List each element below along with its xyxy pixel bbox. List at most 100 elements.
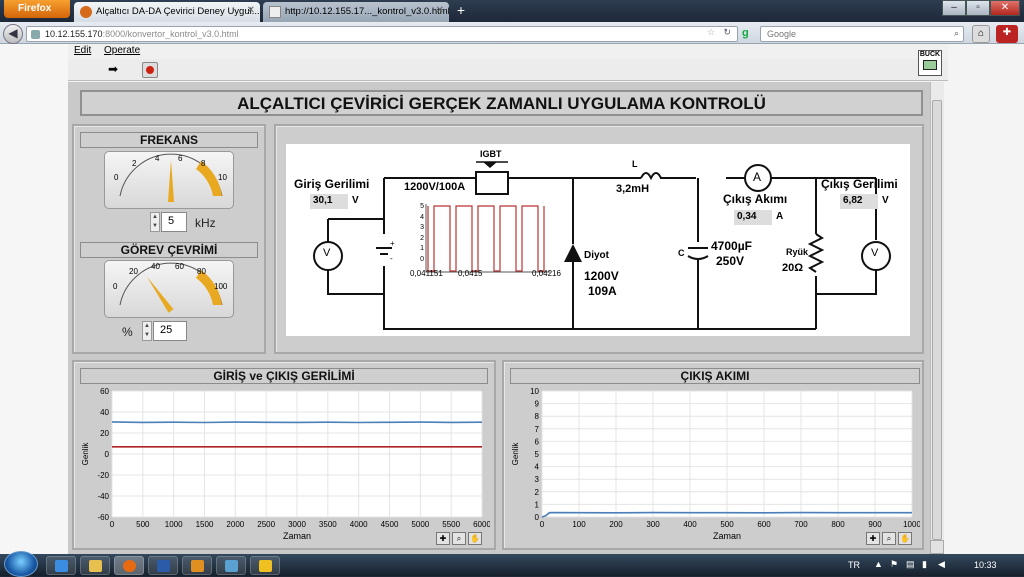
page-margin-left (0, 44, 68, 554)
x-tick-label: 4000 (350, 520, 368, 529)
explorer-icon[interactable] (80, 556, 110, 575)
tab-label: Alçaltıcı DA-DA Çevirici Deney Uygul... (96, 6, 260, 17)
output-current-label: Çıkış Akımı (723, 192, 788, 206)
tab-inactive[interactable]: http://10.12.155.17..._kontrol_v3.0.html… (263, 2, 449, 22)
close-tab-icon[interactable]: ✕ (436, 5, 444, 16)
pwm-ytick: 2 (420, 234, 424, 242)
reload-icon[interactable]: ↻ (723, 27, 731, 38)
maximize-button[interactable]: ▫ (966, 0, 990, 16)
vi-icon-glyph (923, 60, 937, 70)
clock[interactable]: 10:33 (974, 560, 997, 570)
addon-icon[interactable]: ✚ (996, 25, 1018, 43)
menu-edit[interactable]: Edit (74, 45, 91, 56)
new-tab-button[interactable]: + (452, 3, 470, 19)
start-button-icon[interactable] (4, 551, 38, 577)
language-indicator[interactable]: TR (848, 560, 860, 570)
gauge-tick: 0 (114, 173, 119, 182)
battery-minus: - (390, 254, 393, 263)
word-icon[interactable] (148, 556, 178, 575)
gauge-needle (146, 276, 174, 313)
run-arrow-icon[interactable]: ➡ (108, 63, 122, 75)
page-title: ALÇALTICI ÇEVİRİCİ GERÇEK ZAMANLI UYGULA… (80, 90, 923, 116)
x-tick-label: 900 (868, 520, 882, 529)
abort-stop-icon[interactable] (142, 62, 158, 78)
system-tray: TR ▲ ⚑ ▤ ▮ ◀ 10:33 (848, 554, 1018, 576)
media-player-icon[interactable] (182, 556, 212, 575)
pwm-ytick: 0 (420, 255, 424, 263)
toolbar (68, 59, 948, 81)
x-tick-label: 0 (540, 520, 545, 529)
cursor-tool-icon[interactable]: ✚ (436, 532, 450, 545)
load-value: 20Ω (782, 262, 804, 274)
ie-icon[interactable] (46, 556, 76, 575)
scroll-down-button[interactable] (930, 540, 944, 554)
x-tick-label: 1000 (903, 520, 920, 529)
x-tick-label: 2500 (257, 520, 275, 529)
frequency-gauge[interactable]: 0 2 4 6 8 10 (104, 151, 234, 209)
x-tick-label: 4500 (381, 520, 399, 529)
y-axis-label: Genlik (81, 442, 90, 466)
zoom-tool-icon[interactable]: ⌕ (452, 532, 466, 545)
gauge-tick: 40 (151, 262, 160, 271)
bookmark-star-icon[interactable]: ☆ (707, 27, 715, 38)
y-tick-label: 20 (100, 429, 109, 438)
menu-operate[interactable]: Operate (104, 45, 140, 56)
network-icon[interactable]: ▤ (906, 559, 915, 570)
cursor-tool-icon[interactable]: ✚ (866, 532, 880, 545)
x-tick-label: 200 (609, 520, 623, 529)
gauge-tick: 8 (201, 159, 206, 168)
duty-spinner[interactable]: ▲ ▼ (142, 321, 152, 341)
x-tick-label: 3500 (319, 520, 337, 529)
frequency-gauge-dial (119, 153, 223, 202)
y-tick-label: 9 (535, 400, 540, 409)
frequency-spinner[interactable]: ▲ ▼ (150, 212, 160, 232)
y-axis-label: Genlik (511, 442, 520, 466)
x-tick-label: 600 (757, 520, 771, 529)
search-input[interactable]: Google ⌕ (760, 26, 964, 42)
gauge-tick: 60 (175, 262, 184, 271)
x-tick-label: 700 (794, 520, 808, 529)
firefox-menu-button[interactable]: Firefox (4, 0, 70, 18)
inductor-label: L (632, 159, 638, 169)
close-window-button[interactable]: ✕ (990, 0, 1020, 16)
gauge-tick: 6 (178, 154, 183, 163)
flag-icon[interactable]: ⚑ (890, 559, 898, 570)
x-tick-label: 800 (831, 520, 845, 529)
pan-tool-icon[interactable]: ✋ (898, 532, 912, 545)
search-icon[interactable]: ⌕ (954, 28, 959, 39)
zoom-tool-icon[interactable]: ⌕ (882, 532, 896, 545)
circuit-wiring (313, 161, 891, 330)
circuit-diagram: Giriş Gerilimi 30,1 V V + - IGBT 1200V/1… (286, 144, 910, 336)
capacitor-label: C (678, 248, 685, 258)
gauge-needle (168, 160, 174, 202)
tab-active[interactable]: Alçaltıcı DA-DA Çevirici Deney Uygul... … (74, 2, 260, 22)
frequency-input[interactable]: 5 (161, 212, 187, 232)
load-label: Ryük (786, 247, 809, 257)
firefox-taskbar-icon[interactable] (114, 556, 144, 575)
signal-icon[interactable]: ▮ (922, 559, 927, 570)
minimize-button[interactable]: – (942, 0, 966, 16)
duty-cycle-title: GÖREV ÇEVRİMİ (80, 242, 258, 258)
scrollbar-thumb[interactable] (932, 100, 942, 540)
tray-arrow-icon[interactable]: ▲ (874, 559, 883, 569)
home-icon[interactable]: ⌂ (972, 25, 990, 43)
voltmeter-symbol: V (323, 247, 331, 259)
pan-tool-icon[interactable]: ✋ (468, 532, 482, 545)
duty-input[interactable]: 25 (153, 321, 187, 341)
input-voltage-value: 30,1 (310, 194, 348, 209)
network-app-icon[interactable] (216, 556, 246, 575)
address-bar[interactable]: 10.12.155.170:8000/konvertor_kontrol_v3.… (26, 26, 738, 42)
frequency-unit: kHz (195, 216, 216, 230)
current-graph-title: ÇIKIŞ AKIMI (510, 368, 920, 384)
volume-icon[interactable]: ◀ (938, 559, 945, 570)
back-arrow-icon[interactable]: ◀ (3, 24, 23, 44)
voltage-chart: 6040200-20-40-600 500 1000 1500 2000 2500 3000… (81, 387, 490, 541)
inductor-value: 3,2mH (616, 183, 650, 195)
x-tick-label: 6000 (473, 520, 490, 529)
battery-plus: + (390, 239, 395, 248)
duty-cycle-gauge[interactable]: 0 20 40 60 80 100 (104, 260, 234, 318)
window-controls: – ▫ ✕ (942, 0, 1020, 16)
labview-icon[interactable] (250, 556, 280, 575)
pwm-xtick: 0,04216 (532, 269, 561, 278)
close-tab-icon[interactable]: ✕ (247, 5, 255, 16)
